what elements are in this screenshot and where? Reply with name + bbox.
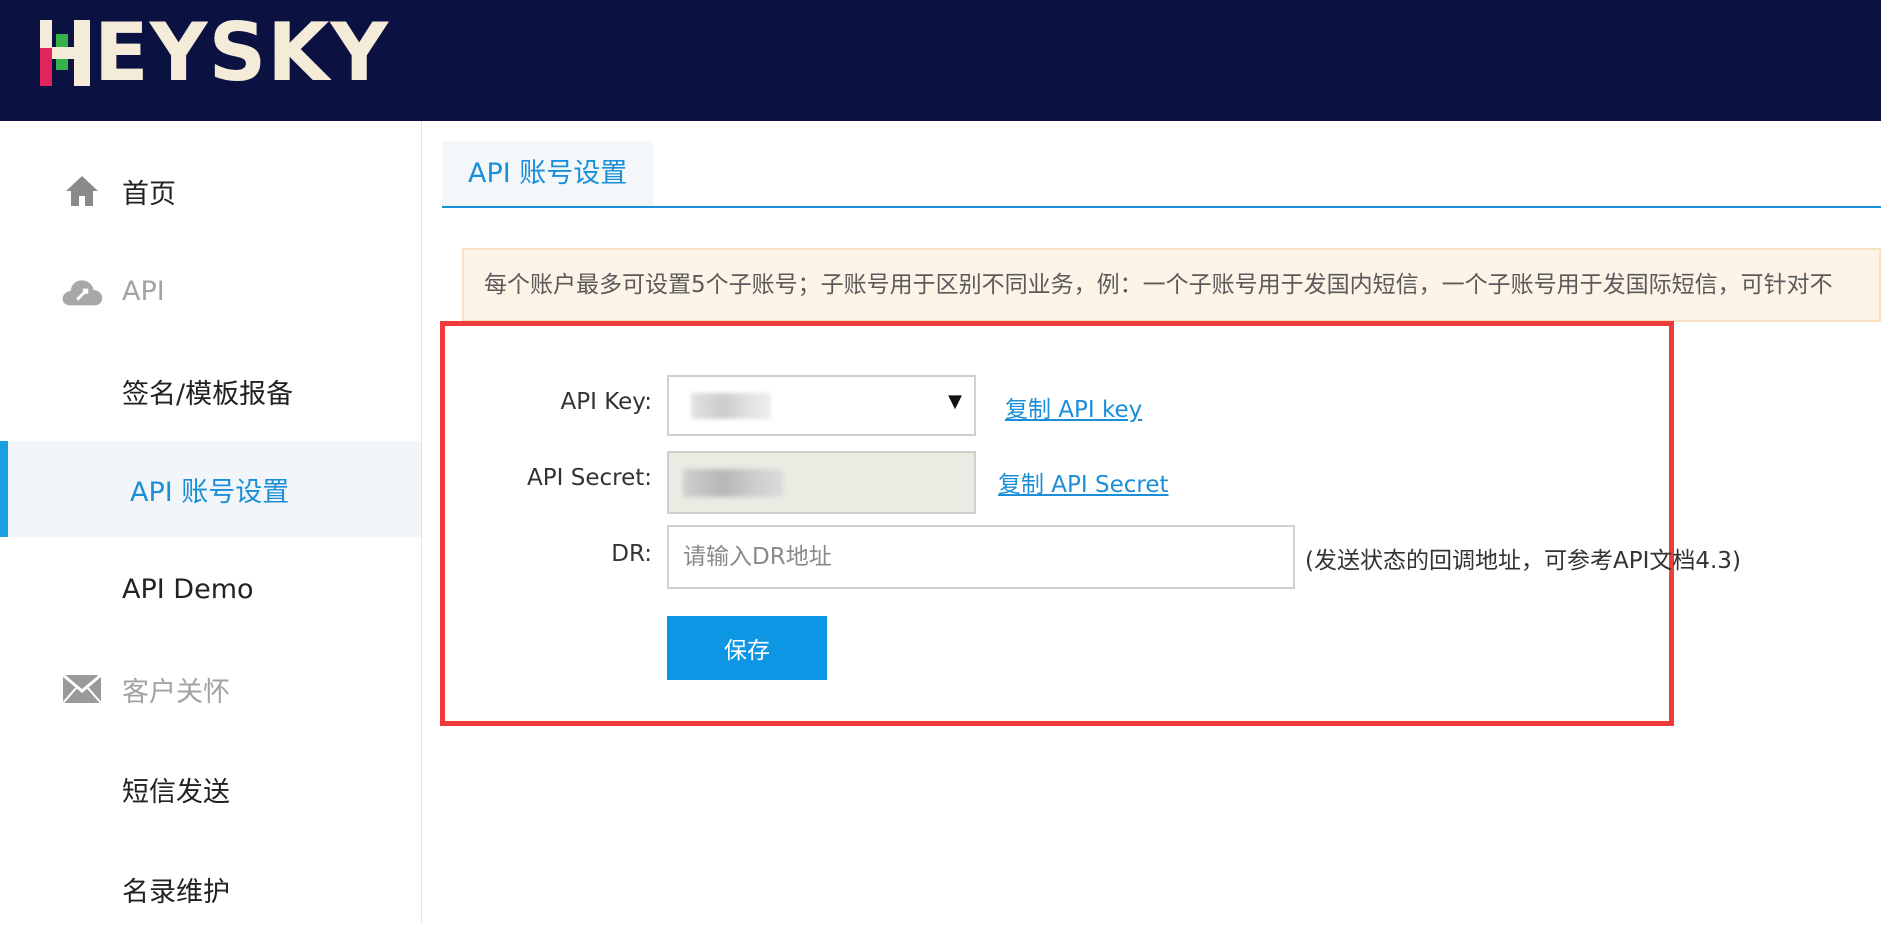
sidebar-item-label: API 账号设置 [130,476,290,508]
api-secret-redacted-value [683,469,783,497]
copy-api-secret-link[interactable]: 复制 API Secret [998,465,1169,499]
sidebar-item-api-demo[interactable]: API Demo [0,541,421,637]
sidebar-group-customer-care: 客户关怀 [0,641,421,737]
sidebar-group-label: 客户关怀 [122,676,230,708]
mail-icon [60,669,104,709]
sidebar-group-label: API [122,275,165,307]
api-key-redacted-value [691,393,771,419]
api-key-select[interactable]: ▼ [667,375,976,436]
api-secret-label: API Secret: [527,465,652,491]
copy-api-key-link[interactable]: 复制 API key [1005,390,1142,424]
sidebar-item-api-account-settings[interactable]: API 账号设置 [0,441,421,537]
sidebar: 首页 API 签名/模板报备 API 账号设置 API Demo 客户关怀 短信… [0,121,422,923]
sidebar-item-label: 签名/模板报备 [122,378,294,410]
sidebar-item-label: API Demo [122,573,254,605]
logo-text: EYSKY [94,6,390,99]
highlight-frame [440,321,1674,726]
info-notice: 每个账户最多可设置5个子账号；子账号用于区别不同业务，例：一个子账号用于发国内短… [462,248,1881,322]
api-secret-field [667,451,976,514]
dr-label: DR: [611,541,652,567]
tab-api-account-settings[interactable]: API 账号设置 [442,141,654,206]
save-button[interactable]: 保存 [667,616,827,680]
sidebar-item-label: 首页 [122,178,176,210]
sidebar-group-api: API [0,243,421,339]
sidebar-item-label: 名录维护 [122,876,230,908]
dr-hint: (发送状态的回调地址，可参考API文档4.3) [1305,548,1741,574]
sidebar-item-sms-send[interactable]: 短信发送 [0,741,421,837]
api-key-label: API Key: [560,389,652,415]
top-header: EYSKY [0,0,1881,121]
sidebar-item-label: 短信发送 [122,776,230,808]
tab-bar: API 账号设置 [442,141,1881,208]
logo-mark-icon [40,20,92,86]
dr-input[interactable] [667,525,1295,589]
dropdown-arrow-icon: ▼ [948,391,962,412]
sidebar-item-signature-template[interactable]: 签名/模板报备 [0,343,421,439]
sidebar-item-home[interactable]: 首页 [0,143,421,239]
cloud-icon [60,271,104,311]
heysky-logo[interactable]: EYSKY [40,6,390,99]
main-content: API 账号设置 每个账户最多可设置5个子账号；子账号用于区别不同业务，例：一个… [440,121,1881,923]
home-icon [60,171,104,211]
